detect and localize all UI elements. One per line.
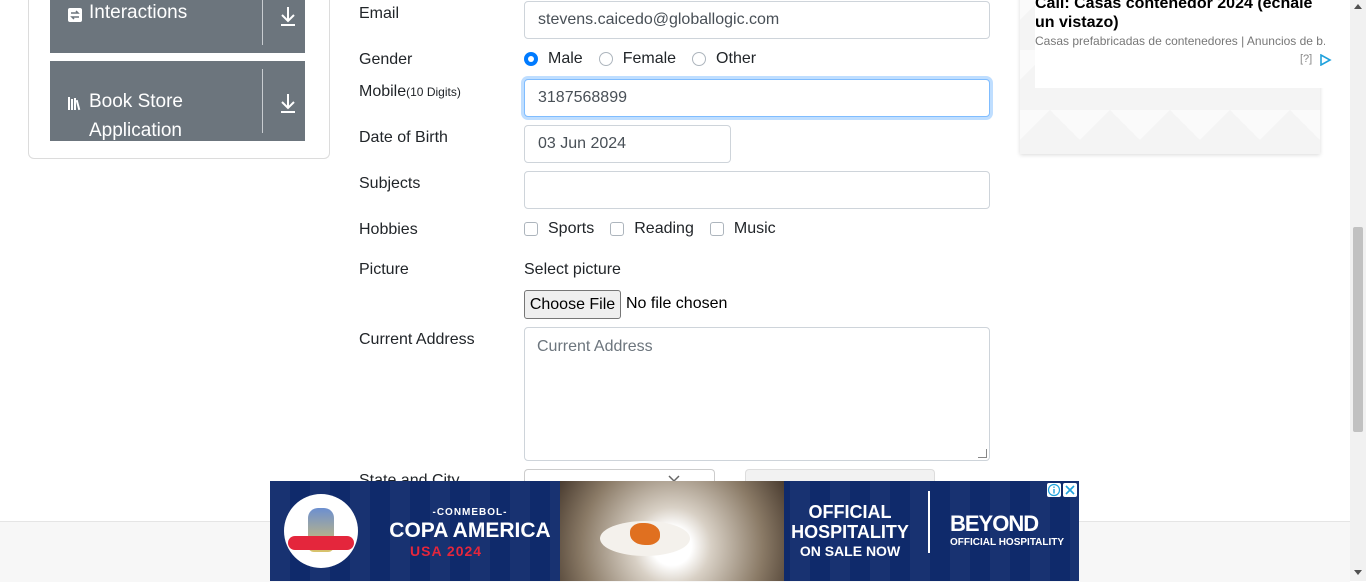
mobile-label-hint: (10 Digits) <box>406 85 461 99</box>
hobby-sports-label: Sports <box>548 220 595 237</box>
scrollbar-thumb[interactable] <box>1353 227 1363 432</box>
checkbox-reading[interactable] <box>610 222 625 236</box>
banner-conmebol: -CONMEBOL- <box>432 507 508 518</box>
banner-usa: USA 2024 <box>410 543 483 559</box>
ribbon-icon <box>288 536 354 550</box>
banner-food-image <box>560 481 784 581</box>
email-label: Email <box>359 5 400 22</box>
banner-on-sale: ON SALE NOW <box>799 543 901 559</box>
checkbox-sports[interactable] <box>524 222 538 236</box>
page-scrollbar[interactable] <box>1350 0 1366 581</box>
download-icon <box>278 92 298 114</box>
current-address-placeholder: Current Address <box>537 338 653 355</box>
current-address-textarea[interactable]: Current Address <box>524 327 990 461</box>
hobbies-options: Sports Reading Music <box>524 220 792 238</box>
picture-label: Picture <box>359 261 409 278</box>
hobby-music-label: Music <box>733 220 776 237</box>
state-select[interactable] <box>524 469 715 483</box>
sidebar-group-label: Interactions <box>89 2 188 23</box>
select-picture-label: Select picture <box>524 261 621 278</box>
food-icon <box>630 523 660 545</box>
hobby-reading-label: Reading <box>634 220 694 237</box>
file-status: No file chosen <box>626 295 728 312</box>
radio-female[interactable] <box>598 52 613 66</box>
mobile-field[interactable]: 3187568899 <box>524 79 990 117</box>
checkbox-music[interactable] <box>709 222 724 236</box>
ad-card[interactable]: Call: Casas contenedor 2024 (échale un v… <box>1020 0 1332 154</box>
gender-other-option[interactable]: Other <box>692 50 756 68</box>
email-field[interactable]: stevens.caicedo@globallogic.com <box>524 1 990 39</box>
ad-info-icon[interactable] <box>1047 483 1061 497</box>
sidebar-group-book-store[interactable]: Book Store Application <box>50 61 305 141</box>
state-city-label: State and City <box>359 472 460 481</box>
hobbies-label: Hobbies <box>359 221 418 238</box>
divider <box>262 0 263 45</box>
ad-title[interactable]: Call: Casas contenedor 2024 (échale un v… <box>1035 0 1315 32</box>
radio-male[interactable] <box>524 52 538 66</box>
close-icon[interactable] <box>1063 483 1077 497</box>
banner-beyond-logo: BEYOND <box>950 511 1039 536</box>
ad-text-area: Call: Casas contenedor 2024 (échale un v… <box>1035 0 1332 88</box>
gender-label: Gender <box>359 51 413 68</box>
dob-label: Date of Birth <box>359 129 448 146</box>
scroll-down-icon[interactable] <box>1354 570 1362 575</box>
interactions-icon <box>67 7 83 23</box>
banner-official-hospitality: OFFICIAL HOSPITALITY <box>791 502 909 542</box>
hobby-sports-option[interactable]: Sports <box>524 220 594 238</box>
gender-female-option[interactable]: Female <box>598 50 677 68</box>
download-icon <box>278 5 298 27</box>
banner-ad[interactable]: -CONMEBOL- COPA AMERICA USA 2024 OFFICIA… <box>270 481 1079 581</box>
divider <box>928 491 930 553</box>
mobile-label: Mobile(10 Digits) <box>359 83 461 101</box>
date-of-birth-input[interactable]: 03 Jun 2024 <box>524 125 731 163</box>
hobby-music-option[interactable]: Music <box>709 220 776 238</box>
radio-other[interactable] <box>692 52 707 66</box>
banner-copa-america: COPA AMERICA <box>389 519 551 542</box>
adchoices-icon[interactable] <box>1319 53 1333 71</box>
sidebar-group-interactions[interactable]: Interactions <box>50 0 305 53</box>
ad-description: Casas prefabricadas de contenedores | An… <box>1035 34 1325 48</box>
gender-options: Male Female Other <box>524 50 772 68</box>
resize-handle-icon[interactable] <box>978 449 987 458</box>
gender-female-label: Female <box>622 50 677 67</box>
divider <box>262 69 263 133</box>
city-select[interactable] <box>745 469 935 481</box>
subjects-input[interactable] <box>524 171 990 209</box>
gender-other-label: Other <box>716 50 757 67</box>
mobile-label-text: Mobile <box>359 83 407 100</box>
scroll-up-icon[interactable] <box>1354 4 1362 9</box>
current-address-label: Current Address <box>359 331 475 348</box>
sidebar-group-label: Book Store Application <box>89 91 183 141</box>
choose-file-button[interactable]: Choose File <box>524 290 621 319</box>
book-store-icon <box>67 95 83 111</box>
copa-america-logo <box>284 494 358 568</box>
gender-male-option[interactable]: Male <box>524 50 583 68</box>
subjects-label: Subjects <box>359 175 421 192</box>
banner-beyond-sub: OFFICIAL HOSPITALITY <box>950 537 1065 548</box>
ad-help-link[interactable]: [?] <box>1300 53 1312 65</box>
gender-male-label: Male <box>548 50 583 67</box>
hobby-reading-option[interactable]: Reading <box>610 220 694 238</box>
